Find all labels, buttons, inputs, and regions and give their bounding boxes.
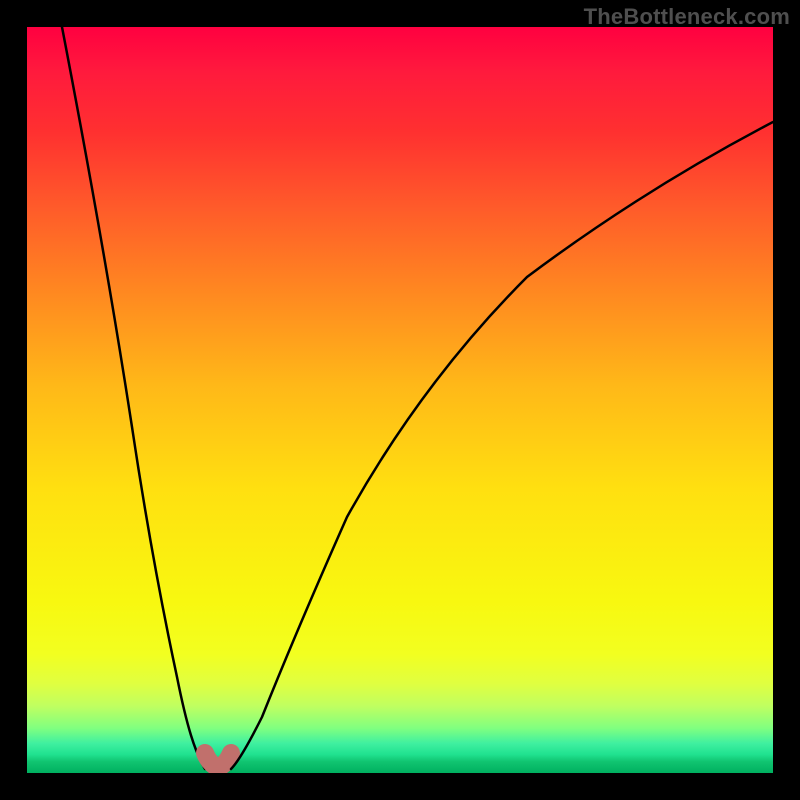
right-curve <box>231 122 773 769</box>
left-curve <box>62 27 205 769</box>
curve-layer <box>27 27 773 773</box>
valley-floor-mark <box>205 753 231 767</box>
watermark-text: TheBottleneck.com <box>584 4 790 30</box>
plot-area <box>27 27 773 773</box>
chart-frame: TheBottleneck.com <box>0 0 800 800</box>
